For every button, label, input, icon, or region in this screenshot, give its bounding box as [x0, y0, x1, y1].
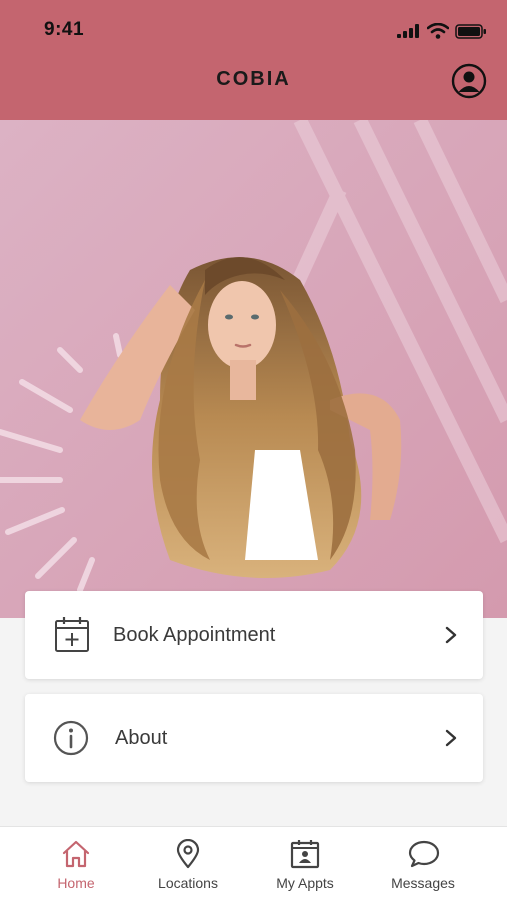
user-circle-icon[interactable]: [451, 63, 487, 99]
tab-messages[interactable]: Messages: [360, 827, 486, 900]
about-card[interactable]: About: [25, 694, 483, 782]
status-time: 9:41: [44, 19, 85, 40]
status-bar: 9:41: [0, 0, 507, 56]
status-icons: [397, 22, 487, 40]
page-title: COBIA: [216, 68, 291, 90]
home-icon: [62, 840, 90, 868]
bottom-tab-bar: Home Locations My Appts Messages: [0, 826, 507, 900]
hero-banner[interactable]: [0, 120, 507, 618]
location-pin-icon: [176, 839, 200, 869]
tab-my-appts[interactable]: My Appts: [242, 827, 368, 900]
chevron-right-icon: [445, 626, 457, 644]
wifi-icon: [427, 23, 449, 39]
tab-messages-label: Messages: [391, 875, 455, 891]
chevron-right-icon: [445, 729, 457, 747]
battery-icon: [455, 23, 486, 39]
tab-home[interactable]: Home: [13, 827, 139, 900]
signal-icon: [397, 24, 419, 38]
tab-home-label: Home: [57, 875, 95, 891]
calendar-plus-icon: [55, 617, 89, 652]
tab-locations-label: Locations: [158, 875, 218, 891]
tab-locations[interactable]: Locations: [125, 827, 251, 900]
app-header: 9:41 COBIA: [0, 0, 507, 120]
book-appointment-label: Book Appointment: [113, 623, 276, 646]
info-icon: [53, 720, 89, 756]
chat-bubble-icon: [408, 840, 440, 868]
tab-my-appts-label: My Appts: [276, 875, 334, 891]
about-label: About: [115, 726, 168, 749]
book-appointment-card[interactable]: Book Appointment: [25, 591, 483, 679]
hero-photo: [0, 120, 507, 618]
calendar-user-icon: [290, 840, 320, 869]
